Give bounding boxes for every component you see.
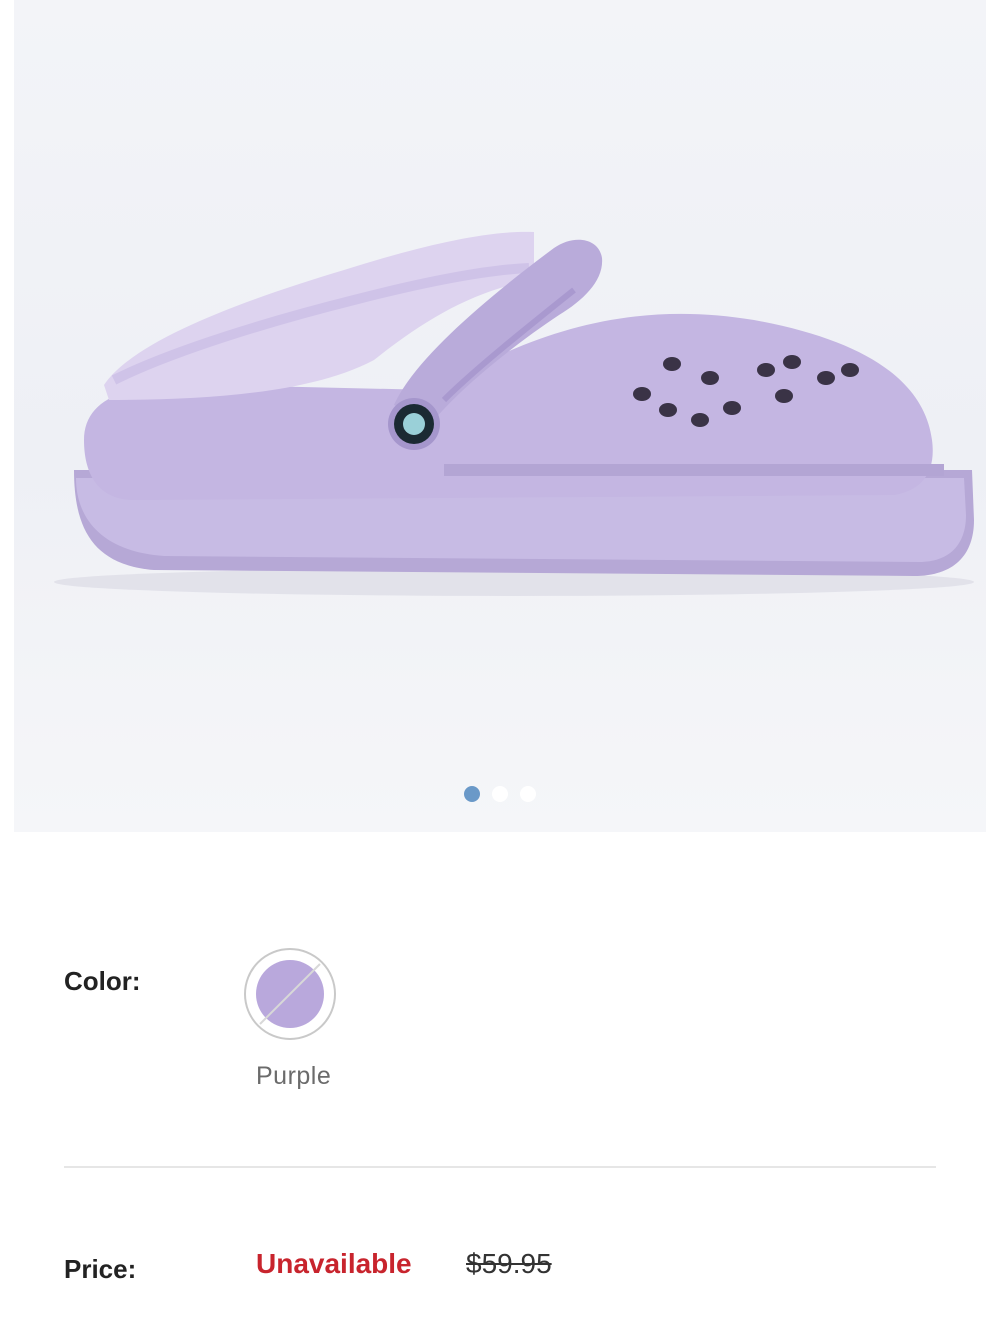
product-image xyxy=(54,231,974,596)
unavailable-slash-icon xyxy=(259,963,321,1025)
carousel-pagination xyxy=(14,786,986,802)
original-price: $59.95 xyxy=(466,1248,552,1279)
carousel-dot-2[interactable] xyxy=(492,786,508,802)
color-label: Color: xyxy=(64,966,141,996)
product-image-gallery[interactable] xyxy=(14,0,986,832)
price-status: Unavailable xyxy=(256,1248,412,1279)
color-swatch-purple[interactable] xyxy=(244,948,336,1040)
section-divider xyxy=(64,1166,936,1168)
selected-color-name: Purple xyxy=(256,1062,332,1090)
price-label: Price: xyxy=(64,1254,137,1284)
carousel-dot-3[interactable] xyxy=(520,786,536,802)
carousel-dot-1[interactable] xyxy=(464,786,480,802)
